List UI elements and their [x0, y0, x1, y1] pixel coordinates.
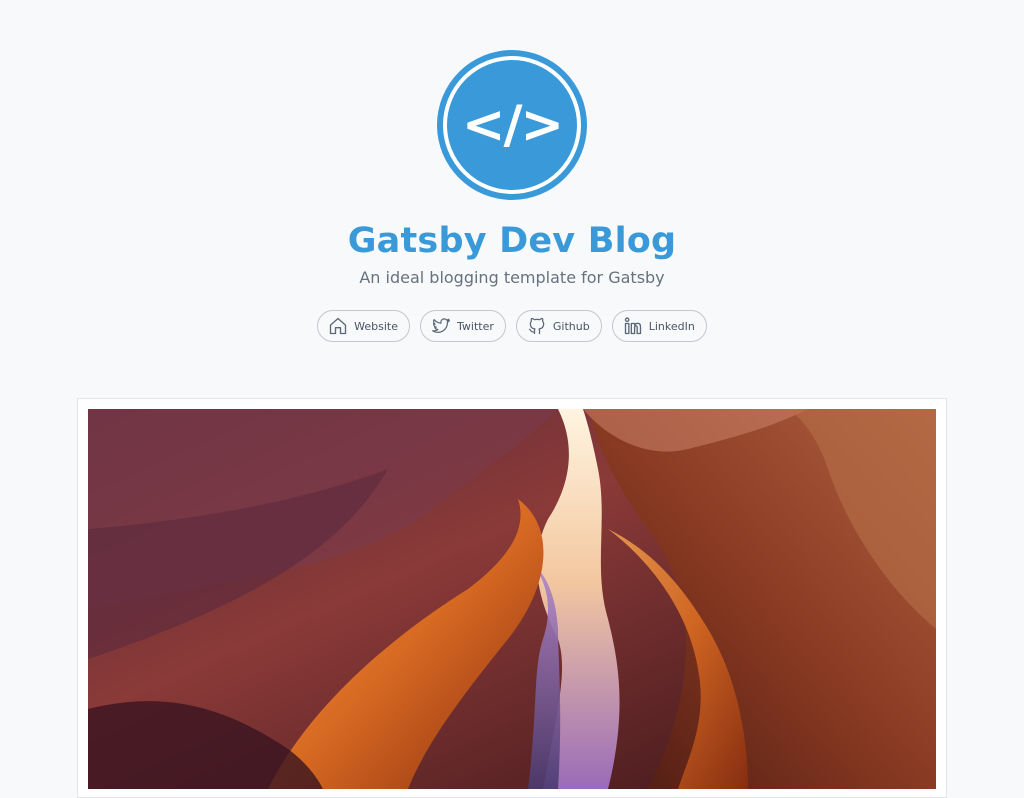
- site-subtitle: An ideal blogging template for Gatsby: [359, 268, 665, 287]
- github-label: Github: [552, 319, 590, 333]
- website-button[interactable]: Website: [317, 310, 411, 342]
- site-title[interactable]: Gatsby Dev Blog: [348, 220, 677, 262]
- website-label: Website: [354, 319, 399, 333]
- social-links: Website Twitter Github LinkedIn: [317, 310, 707, 342]
- github-icon: [527, 316, 547, 336]
- twitter-icon: [431, 316, 451, 336]
- code-icon: </>: [461, 95, 564, 155]
- home-icon: [328, 316, 348, 336]
- github-button[interactable]: Github: [515, 310, 602, 342]
- canyon-photo: [88, 409, 936, 789]
- linkedin-label: LinkedIn: [648, 319, 695, 333]
- site-logo[interactable]: </>: [437, 50, 587, 200]
- site-header: </> Gatsby Dev Blog An ideal blogging te…: [0, 0, 1024, 342]
- post-cover-image[interactable]: [88, 409, 936, 789]
- linkedin-button[interactable]: LinkedIn: [611, 310, 707, 342]
- twitter-label: Twitter: [457, 319, 494, 333]
- linkedin-icon: [623, 316, 643, 336]
- twitter-button[interactable]: Twitter: [420, 310, 506, 342]
- post-card[interactable]: [77, 398, 947, 798]
